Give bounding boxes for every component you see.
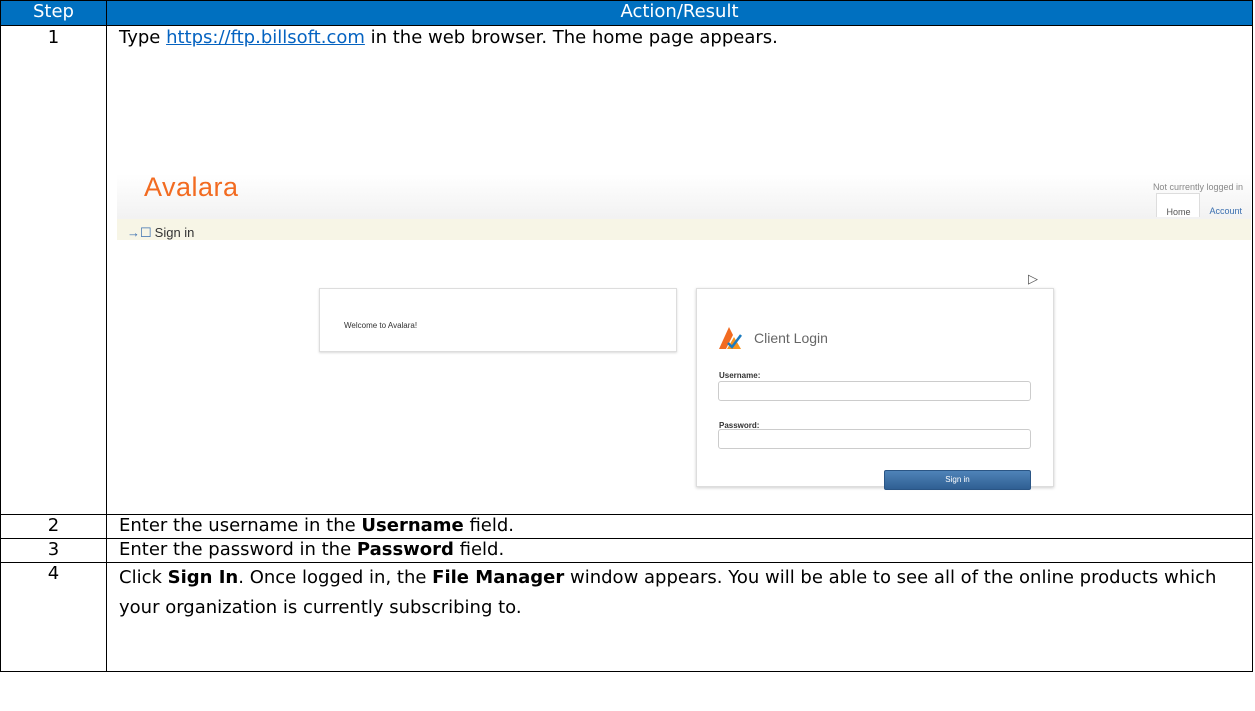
table-header-row: Step Action/Result — [0, 0, 1253, 26]
step-text: in the web browser. The home page appear… — [364, 27, 778, 48]
step-action: Enter the password in the Password field… — [106, 538, 1253, 563]
ftp-url-link[interactable]: https://ftp.billsoft.com — [166, 27, 365, 48]
nav-home[interactable]: Home — [1156, 193, 1201, 217]
step-keyword: File Manager — [432, 567, 565, 588]
step-number: 4 — [0, 562, 107, 672]
step-text: Click — [119, 567, 168, 588]
login-page-screenshot: Avalara Not currently logged in Home Acc… — [117, 149, 1251, 509]
step-column-header: Step — [0, 0, 107, 26]
username-field[interactable] — [718, 381, 1031, 401]
step-keyword: Sign In — [167, 567, 239, 588]
login-title: Client Login — [754, 330, 828, 346]
signin-breadcrumb: →☐ Sign in — [117, 219, 1251, 240]
step-action: Type https://ftp.billsoft.com in the web… — [106, 25, 1253, 515]
avalara-logo: Avalara — [144, 174, 239, 201]
step-text: field. — [463, 515, 515, 536]
step-text: . Once logged in, the — [238, 567, 433, 588]
table-row: 2 Enter the username in the Username fie… — [0, 514, 1253, 539]
action-column-header: Action/Result — [106, 0, 1253, 26]
step-keyword: Username — [361, 515, 464, 536]
step-text: Enter the password in the — [119, 539, 357, 560]
avalara-mark-icon — [719, 327, 742, 349]
step-number: 3 — [0, 538, 107, 563]
sign-in-icon: →☐ — [127, 225, 152, 240]
sign-in-button[interactable]: Sign in — [884, 470, 1031, 490]
client-login-panel: Client Login Username: Password: Sign in — [696, 288, 1054, 490]
welcome-panel: Welcome to Avalara! — [319, 288, 677, 352]
site-nav: Home Account — [1156, 193, 1251, 217]
step-text: Enter the username in the — [119, 515, 362, 536]
step-number: 2 — [0, 514, 107, 539]
table-row: 3 Enter the password in the Password fie… — [0, 538, 1253, 563]
table-row: 1 Type https://ftp.billsoft.com in the w… — [0, 25, 1253, 515]
signin-bar-label: Sign in — [154, 225, 195, 240]
step-text: Type — [119, 27, 167, 48]
password-field[interactable] — [718, 429, 1031, 449]
step-action: Enter the username in the Username field… — [106, 514, 1253, 539]
step-action: Click Sign In. Once logged in, the File … — [106, 562, 1253, 672]
logo-text: Avalara — [144, 172, 239, 202]
step-number: 1 — [0, 25, 107, 515]
welcome-text: Welcome to Avalara! — [344, 321, 418, 330]
step-keyword: Password — [356, 539, 454, 560]
nav-account[interactable]: Account — [1200, 193, 1251, 217]
site-header — [117, 174, 1251, 221]
steps-table: Step Action/Result 1 Type https://ftp.bi… — [0, 0, 1253, 672]
table-row: 4 Click Sign In. Once logged in, the Fil… — [0, 562, 1253, 672]
step-text: field. — [453, 539, 505, 560]
